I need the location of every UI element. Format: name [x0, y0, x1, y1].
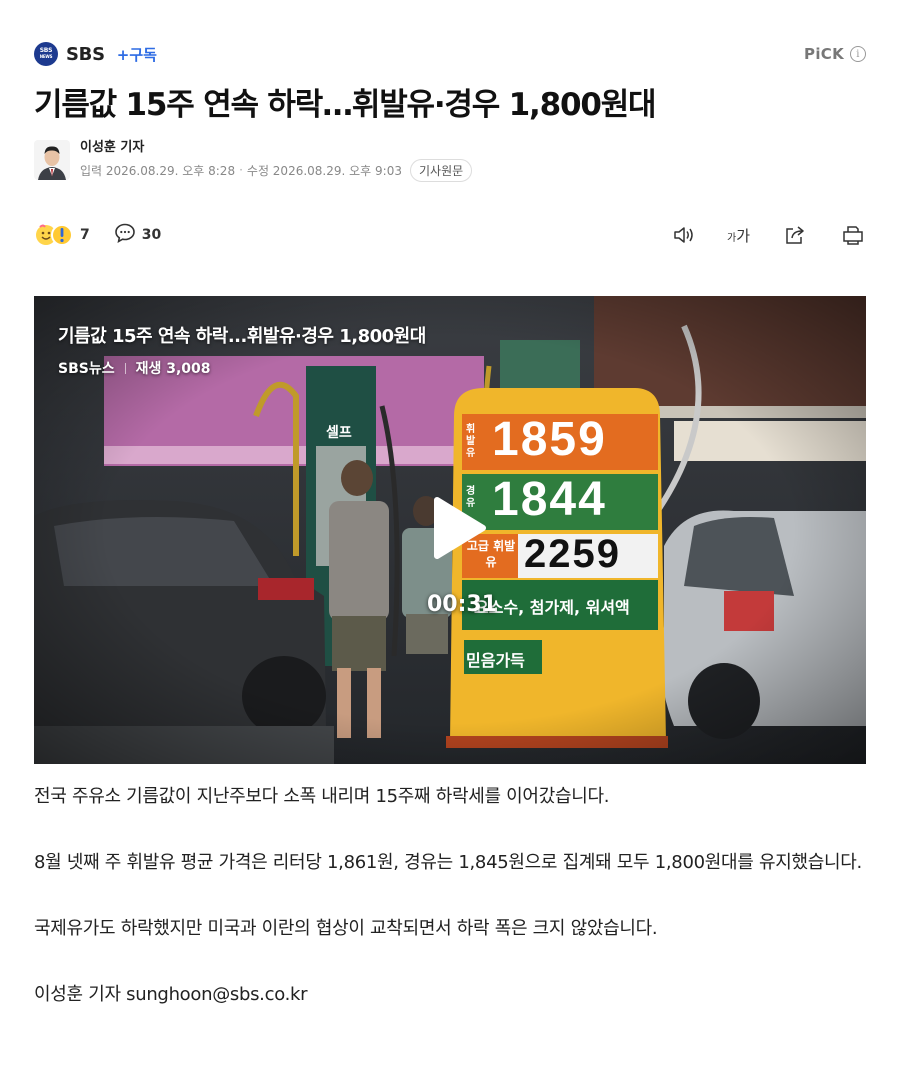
sign-price-premium: 2259	[524, 532, 621, 576]
reporter-avatar[interactable]	[34, 140, 70, 180]
video-views: 재생 3,008	[135, 361, 211, 377]
article-toolbar: 7 30 가가	[34, 218, 866, 252]
body-paragraph: 전국 주유소 기름값이 지난주보다 소폭 내리며 15주째 하락세를 이어갔습니…	[34, 786, 610, 807]
pick-label: PiCK	[804, 45, 844, 63]
video-channel: SBS뉴스	[58, 361, 115, 377]
video-player[interactable]: 휘발유 1859 경유 1844 고급 휘발유 2259 요소수, 첨가제, 워…	[34, 296, 866, 764]
reporter-signature: 이성훈 기자 sunghoon@sbs.co.kr	[34, 984, 308, 1005]
byline-text: 이성훈 기자 입력 2026.08.29. 오후 8:28 · 수정 2026.…	[80, 139, 473, 182]
reaction-button[interactable]: 7	[34, 223, 90, 247]
sign-price-gasoline: 1859	[492, 413, 607, 466]
font-size-small-glyph: 가	[726, 232, 737, 244]
sign-trust: 믿음가득	[466, 651, 525, 670]
byline: 이성훈 기자 입력 2026.08.29. 오후 8:28 · 수정 2026.…	[34, 138, 866, 182]
pump-self-label: 셀프	[326, 425, 352, 441]
sign-label-gasoline: 휘발유	[466, 424, 476, 459]
video-meta: SBS뉴스 재생 3,008	[58, 358, 211, 378]
share-icon[interactable]	[782, 222, 808, 248]
modified-date: 수정 2026.08.29. 오후 9:03	[246, 163, 402, 178]
speaker-icon[interactable]	[671, 222, 697, 248]
press-name[interactable]: SBS	[66, 44, 105, 65]
font-size-large-glyph: 가	[736, 226, 750, 245]
reaction-count: 7	[80, 227, 90, 243]
sign-price-diesel: 1844	[492, 473, 607, 526]
press-logo-subtext: NEWS	[39, 54, 53, 59]
font-size-icon[interactable]: 가가	[727, 225, 750, 246]
body-paragraph: 국제유가도 하락했지만 미국과 이란의 협상이 교착되면서 하락 폭은 크지 않…	[34, 918, 658, 939]
comment-count: 30	[141, 227, 162, 243]
video-title: 기름값 15주 연속 하락...휘발유·경우 1,800원대	[58, 326, 426, 347]
body-paragraph: 8월 넷째 주 휘발유 평균 가격은 리터당 1,861원, 경유는 1,845…	[34, 852, 862, 873]
reporter-name[interactable]: 이성훈 기자	[80, 139, 472, 157]
pick-badge[interactable]: PiCK i	[804, 45, 866, 63]
original-article-button[interactable]: 기사원문	[409, 158, 473, 182]
print-icon[interactable]	[840, 222, 866, 248]
toolbar-actions: 가가	[671, 222, 866, 248]
reaction-icon	[34, 223, 76, 247]
press-header: SBS NEWS SBS +구독 PiCK i	[34, 40, 866, 68]
play-icon[interactable]	[419, 492, 491, 564]
info-icon[interactable]: i	[850, 46, 866, 62]
published-date: 입력 2026.08.29. 오후 8:28	[80, 163, 236, 178]
video-duration: 00:31	[426, 592, 498, 617]
comment-button[interactable]: 30	[114, 222, 161, 248]
subscribe-button[interactable]: +구독	[117, 44, 157, 65]
meta-separator: ·	[239, 163, 243, 177]
date-row: 입력 2026.08.29. 오후 8:28 · 수정 2026.08.29. …	[80, 158, 473, 182]
meta-divider	[124, 362, 126, 374]
comment-icon	[114, 222, 136, 248]
article-body: 전국 주유소 기름값이 지난주보다 소폭 내리며 15주째 하락세를 이어갔습니…	[34, 780, 866, 1044]
press-logo[interactable]: SBS NEWS	[34, 42, 58, 66]
article-headline: 기름값 15주 연속 하락…휘발유·경우 1,800원대	[34, 87, 657, 123]
